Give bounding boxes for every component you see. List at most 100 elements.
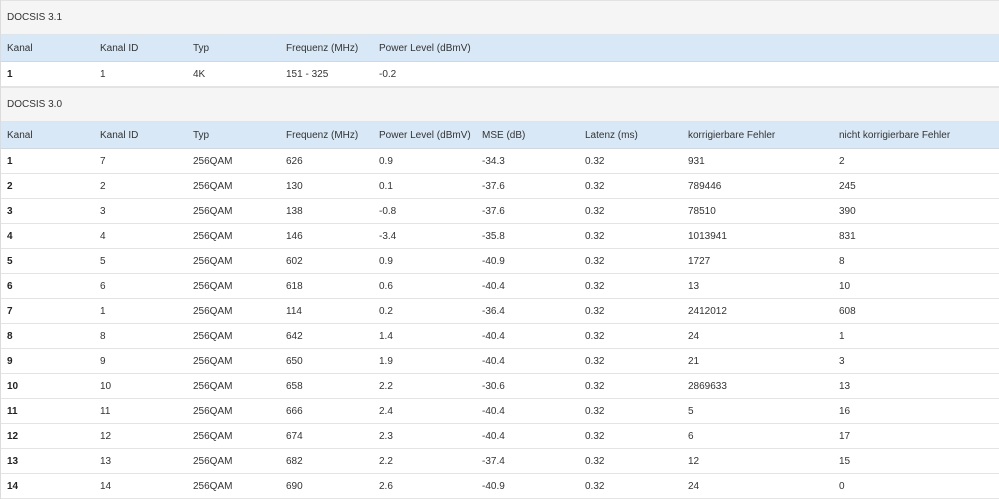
cell-latenz: 0.32 xyxy=(579,273,682,299)
cell-typ: 4K xyxy=(187,61,280,87)
table-row: 11 11 256QAM 666 2.4 -40.4 0.32 5 16 xyxy=(1,398,999,424)
cell-kanal: 1 xyxy=(1,61,94,87)
cell-power-level: 2.2 xyxy=(373,448,476,474)
header-empty xyxy=(682,35,833,62)
cell-kanal-id: 4 xyxy=(94,223,187,249)
cell-kanal: 14 xyxy=(1,473,94,499)
docsis31-section-title: DOCSIS 3.1 xyxy=(1,0,999,35)
cell-korrigierbare-fehler: 78510 xyxy=(682,198,833,224)
cell-empty xyxy=(579,61,682,87)
cell-nicht-korrigierbare-fehler: 10 xyxy=(833,273,999,299)
cell-kanal: 3 xyxy=(1,198,94,224)
cell-mse: -30.6 xyxy=(476,373,579,399)
cell-korrigierbare-fehler: 6 xyxy=(682,423,833,449)
docsis30-section-title: DOCSIS 3.0 xyxy=(1,87,999,122)
docsis30-table-body: 1 7 256QAM 626 0.9 -34.3 0.32 931 2 2 2 256QAM 130 0.… xyxy=(1,148,999,499)
cell-power-level: -0.8 xyxy=(373,198,476,224)
cell-frequenz: 690 xyxy=(280,473,373,499)
cell-mse: -40.4 xyxy=(476,398,579,424)
cell-korrigierbare-fehler: 24 xyxy=(682,323,833,349)
cell-latenz: 0.32 xyxy=(579,223,682,249)
cell-kanal-id: 9 xyxy=(94,348,187,374)
cell-kanal: 8 xyxy=(1,323,94,349)
header-frequenz: Frequenz (MHz) xyxy=(280,122,373,149)
cell-korrigierbare-fehler: 21 xyxy=(682,348,833,374)
cell-korrigierbare-fehler: 24 xyxy=(682,473,833,499)
cell-frequenz: 138 xyxy=(280,198,373,224)
cell-typ: 256QAM xyxy=(187,298,280,324)
table-row: 1 7 256QAM 626 0.9 -34.3 0.32 931 2 xyxy=(1,148,999,174)
header-empty xyxy=(579,35,682,62)
cell-nicht-korrigierbare-fehler: 0 xyxy=(833,473,999,499)
table-row: 3 3 256QAM 138 -0.8 -37.6 0.32 78510 390 xyxy=(1,198,999,224)
cell-frequenz: 602 xyxy=(280,248,373,274)
cell-mse: -37.4 xyxy=(476,448,579,474)
cell-power-level: -0.2 xyxy=(373,61,476,87)
cell-power-level: -3.4 xyxy=(373,223,476,249)
cell-frequenz: 674 xyxy=(280,423,373,449)
cell-power-level: 0.9 xyxy=(373,148,476,174)
cell-mse: -40.4 xyxy=(476,273,579,299)
cell-kanal: 12 xyxy=(1,423,94,449)
cell-kanal-id: 7 xyxy=(94,148,187,174)
cell-latenz: 0.32 xyxy=(579,373,682,399)
cell-mse: -40.9 xyxy=(476,248,579,274)
cell-typ: 256QAM xyxy=(187,373,280,399)
header-kanal-id: Kanal ID xyxy=(94,122,187,149)
cell-power-level: 0.2 xyxy=(373,298,476,324)
cell-nicht-korrigierbare-fehler: 1 xyxy=(833,323,999,349)
cell-typ: 256QAM xyxy=(187,323,280,349)
header-empty xyxy=(476,35,579,62)
cell-power-level: 2.3 xyxy=(373,423,476,449)
cell-typ: 256QAM xyxy=(187,223,280,249)
channel-info-panel: DOCSIS 3.1 Kanal Kanal ID Typ Frequenz (… xyxy=(0,0,999,499)
cell-nicht-korrigierbare-fehler: 15 xyxy=(833,448,999,474)
table-row: 12 12 256QAM 674 2.3 -40.4 0.32 6 17 xyxy=(1,423,999,449)
header-kanal-id: Kanal ID xyxy=(94,35,187,62)
table-row: 8 8 256QAM 642 1.4 -40.4 0.32 24 1 xyxy=(1,323,999,349)
cell-kanal-id: 8 xyxy=(94,323,187,349)
cell-frequenz: 146 xyxy=(280,223,373,249)
cell-latenz: 0.32 xyxy=(579,298,682,324)
cell-latenz: 0.32 xyxy=(579,248,682,274)
cell-typ: 256QAM xyxy=(187,198,280,224)
cell-frequenz: 114 xyxy=(280,298,373,324)
cell-latenz: 0.32 xyxy=(579,148,682,174)
cell-typ: 256QAM xyxy=(187,473,280,499)
cell-latenz: 0.32 xyxy=(579,448,682,474)
cell-kanal: 7 xyxy=(1,298,94,324)
cell-kanal-id: 1 xyxy=(94,61,187,87)
cell-frequenz: 618 xyxy=(280,273,373,299)
cell-power-level: 0.1 xyxy=(373,173,476,199)
table-row: 7 1 256QAM 114 0.2 -36.4 0.32 2412012 608 xyxy=(1,298,999,324)
table-row: 4 4 256QAM 146 -3.4 -35.8 0.32 1013941 831 xyxy=(1,223,999,249)
cell-kanal-id: 14 xyxy=(94,473,187,499)
cell-frequenz: 666 xyxy=(280,398,373,424)
cell-power-level: 0.6 xyxy=(373,273,476,299)
cell-nicht-korrigierbare-fehler: 13 xyxy=(833,373,999,399)
cell-frequenz: 658 xyxy=(280,373,373,399)
header-power-level: Power Level (dBmV) xyxy=(373,122,476,149)
cell-korrigierbare-fehler: 2412012 xyxy=(682,298,833,324)
cell-kanal-id: 11 xyxy=(94,398,187,424)
docsis30-table: Kanal Kanal ID Typ Frequenz (MHz) Power … xyxy=(1,122,999,499)
cell-power-level: 0.9 xyxy=(373,248,476,274)
cell-kanal-id: 3 xyxy=(94,198,187,224)
cell-kanal-id: 2 xyxy=(94,173,187,199)
cell-empty xyxy=(682,61,833,87)
header-typ: Typ xyxy=(187,35,280,62)
cell-nicht-korrigierbare-fehler: 2 xyxy=(833,148,999,174)
cell-kanal-id: 12 xyxy=(94,423,187,449)
docsis31-header-row: Kanal Kanal ID Typ Frequenz (MHz) Power … xyxy=(1,35,999,62)
cell-nicht-korrigierbare-fehler: 831 xyxy=(833,223,999,249)
table-row: 13 13 256QAM 682 2.2 -37.4 0.32 12 15 xyxy=(1,448,999,474)
cell-nicht-korrigierbare-fehler: 245 xyxy=(833,173,999,199)
cell-empty xyxy=(833,61,999,87)
cell-typ: 256QAM xyxy=(187,248,280,274)
cell-power-level: 2.4 xyxy=(373,398,476,424)
cell-typ: 256QAM xyxy=(187,348,280,374)
cell-kanal: 6 xyxy=(1,273,94,299)
cell-frequenz: 650 xyxy=(280,348,373,374)
header-nicht-korrigierbare-fehler: nicht korrigierbare Fehler xyxy=(833,122,999,149)
table-row: 10 10 256QAM 658 2.2 -30.6 0.32 2869633 13 xyxy=(1,373,999,399)
